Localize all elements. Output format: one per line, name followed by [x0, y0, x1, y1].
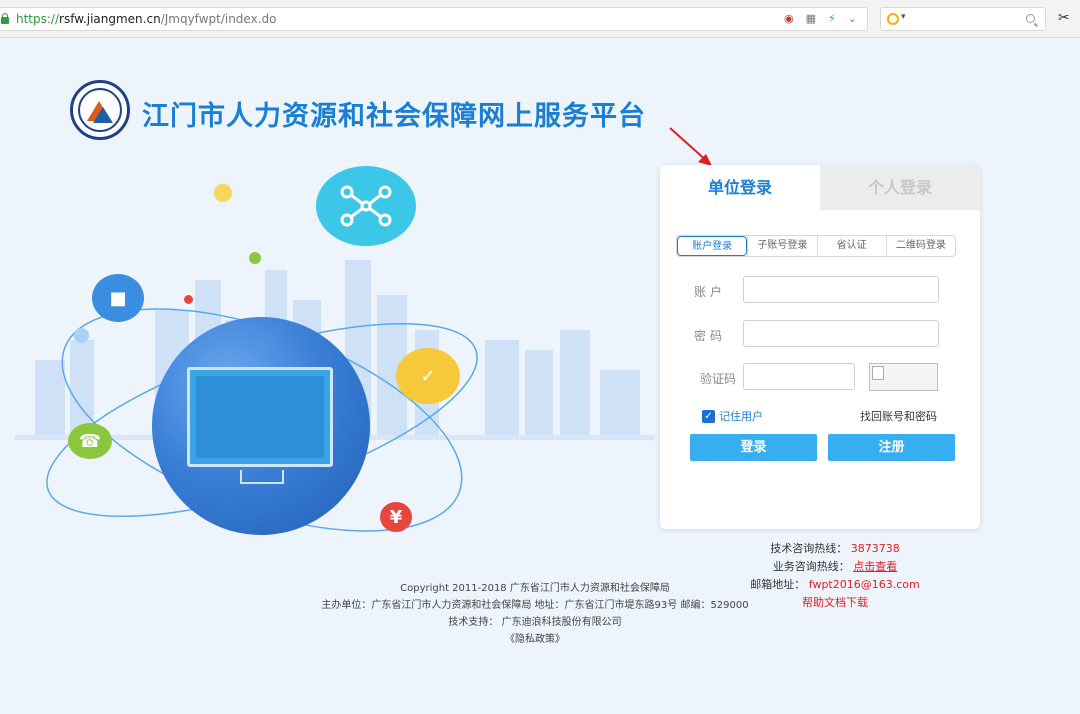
search-icon[interactable] [1026, 14, 1035, 23]
address-bar[interactable]: https:// rsfw.jiangmen.cn /Jmqyfwpt/inde… [0, 7, 868, 31]
password-input[interactable] [743, 320, 939, 347]
decor-dot [249, 252, 261, 264]
site-title: 江门市人力资源和社会保障网上服务平台 [142, 101, 646, 132]
subtab-account-login[interactable]: 账户登录 [677, 236, 748, 256]
business-hotline-link[interactable]: 点击查看 [853, 560, 897, 573]
tab-unit-login[interactable]: 单位登录 [660, 165, 820, 210]
login-method-tabs: 账户登录 子账号登录 省认证 二维码登录 [676, 235, 956, 257]
monitor-stand-graphic [240, 470, 284, 484]
remember-user[interactable]: ✓ 记住用户 [702, 408, 763, 424]
bolt-icon[interactable]: ⚡ [828, 12, 836, 25]
page-footer: Copyright 2011-2018 广东省江门市人力资源和社会保障局 主办单… [300, 580, 770, 648]
network-icon [316, 166, 416, 246]
captcha-image[interactable] [869, 363, 938, 391]
captcha-label: 验证码 [700, 372, 737, 386]
captcha-input[interactable] [743, 363, 855, 390]
search-engine-icon[interactable] [887, 13, 899, 25]
site-logo-icon [70, 80, 130, 140]
tech-hotline-value: 3873738 [850, 542, 900, 555]
login-button[interactable]: 登录 [690, 434, 817, 461]
host-unit-text: 主办单位：广东省江门市人力资源和社会保障局 地址：广东省江门市堤东路93号 邮编… [321, 600, 749, 611]
red-arrow-icon [669, 127, 712, 166]
tab-personal-login[interactable]: 个人登录 [820, 165, 980, 210]
recover-account-link[interactable]: 找回账号和密码 [860, 408, 937, 424]
subtab-subaccount-login[interactable]: 子账号登录 [747, 236, 816, 256]
decor-dot [74, 328, 89, 343]
user-presentation-icon: ■ [92, 274, 144, 322]
chevron-down-icon[interactable]: ⌄ [848, 12, 857, 25]
url-path: /Jmqyfwpt/index.do [160, 12, 277, 26]
remember-label[interactable]: 记住用户 [719, 408, 763, 424]
subtab-qrcode-login[interactable]: 二维码登录 [885, 236, 955, 256]
business-hotline-label: 业务咨询热线： [772, 560, 850, 573]
customer-support-icon: ☎ [68, 423, 112, 459]
email-value: fwpt2016@163.com [808, 578, 920, 591]
subtab-province-auth[interactable]: 省认证 [816, 236, 886, 256]
privacy-policy-link[interactable]: 《隐私政策》 [300, 631, 770, 648]
account-label: 账户 [694, 285, 727, 299]
tech-support-text: 技术支持： 广东迪浪科技股份有限公司 [448, 617, 622, 628]
security-shield-icon[interactable]: ◉ [784, 12, 794, 25]
decor-dot [184, 295, 193, 304]
lock-icon [0, 13, 10, 25]
browser-toolbar: https:// rsfw.jiangmen.cn /Jmqyfwpt/inde… [0, 0, 1080, 38]
scissors-icon[interactable]: ✂ [1058, 10, 1070, 26]
login-panel: 单位登录 个人登录 账户登录 子账号登录 省认证 二维码登录 账户 密码 验证码… [660, 165, 980, 529]
grid-icon[interactable]: ▦ [806, 12, 816, 25]
browser-search-box[interactable]: ▾ [880, 7, 1046, 31]
url-host: rsfw.jiangmen.cn [59, 12, 161, 26]
url-scheme: https:// [16, 12, 60, 26]
register-button[interactable]: 注册 [828, 434, 955, 461]
password-label: 密码 [694, 329, 727, 343]
hero-illustration: ■ ✓ ☎ ¥ [0, 160, 655, 550]
copyright-text: Copyright 2011-2018 广东省江门市人力资源和社会保障局 [400, 583, 670, 594]
document-check-icon: ✓ [396, 348, 460, 404]
account-input[interactable] [743, 276, 939, 303]
remember-checkbox[interactable]: ✓ [702, 409, 715, 423]
decor-dot [214, 184, 232, 202]
tech-hotline-label: 技术咨询热线： [770, 542, 848, 555]
coin-icon: ¥ [380, 502, 412, 532]
help-doc-link[interactable]: 帮助文档下载 [802, 596, 868, 609]
login-type-tabs: 单位登录 个人登录 [660, 165, 980, 210]
monitor-graphic [187, 367, 333, 467]
caret-down-icon[interactable]: ▾ [901, 12, 906, 22]
address-bar-icons: ◉ ▦ ⚡ ⌄ [784, 12, 857, 25]
